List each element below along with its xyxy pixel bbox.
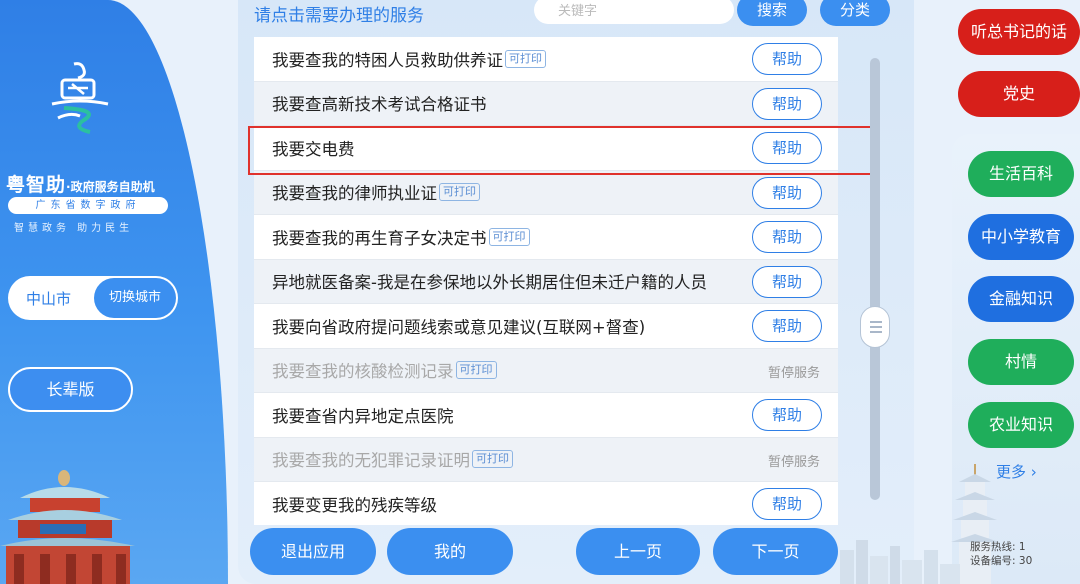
help-button[interactable]: 帮助 bbox=[752, 87, 822, 120]
sidebar-item-finance[interactable]: 金融知识 bbox=[968, 276, 1074, 322]
help-button[interactable]: 帮助 bbox=[752, 221, 822, 253]
hotline-label: 服务热线: bbox=[970, 541, 1016, 553]
brand-title: 粤智助·政府服务自助机 bbox=[6, 170, 206, 197]
sidebar-item-agriculture[interactable]: 农业知识 bbox=[968, 402, 1074, 448]
hotline-value: 1 bbox=[1018, 541, 1026, 553]
service-row-remote-medical-filing[interactable]: 异地就医备案-我是在参保地以外长期居住但未迁户籍的人员 帮助 bbox=[254, 259, 838, 304]
sidebar-item-village[interactable]: 村情 bbox=[968, 339, 1074, 385]
more-link[interactable]: 更多 › bbox=[996, 461, 1037, 482]
service-row-disability-level[interactable]: 我要变更我的残疾等级 帮助 bbox=[254, 482, 838, 525]
help-button[interactable]: 帮助 bbox=[752, 43, 822, 75]
service-row-government-feedback[interactable]: 我要向省政府提问题线索或意见建议(互联网+督查) 帮助 bbox=[254, 304, 838, 349]
help-button[interactable]: 帮助 bbox=[752, 176, 822, 209]
next-page-button[interactable]: 下一页 bbox=[713, 528, 838, 575]
brand-name: 粤智助 bbox=[6, 174, 67, 196]
exit-app-button[interactable]: 退出应用 bbox=[250, 528, 376, 575]
suspended-status: 暂停服务 bbox=[767, 454, 820, 470]
service-label: 我要查我的律师执业证 bbox=[272, 184, 437, 204]
elder-mode-button[interactable]: 长辈版 bbox=[8, 367, 133, 412]
help-button[interactable]: 帮助 bbox=[752, 132, 822, 164]
service-row-no-criminal-record: 我要查我的无犯罪记录证明 可打印 暂停服务 bbox=[254, 437, 838, 482]
printable-tag: 可打印 bbox=[455, 361, 497, 380]
service-label: 我要查省内异地定点医院 bbox=[272, 406, 454, 426]
search-input[interactable] bbox=[534, 0, 734, 24]
scrollbar-track[interactable] bbox=[870, 58, 880, 500]
sidebar-item-education[interactable]: 中小学教育 bbox=[968, 214, 1074, 260]
suspended-status: 暂停服务 bbox=[767, 365, 820, 381]
device-label: 设备编号: bbox=[970, 555, 1016, 567]
help-button[interactable]: 帮助 bbox=[752, 399, 822, 431]
service-label: 我要查我的无犯罪记录证明 bbox=[272, 451, 470, 471]
help-button[interactable]: 帮助 bbox=[752, 265, 822, 298]
service-label: 我要变更我的残疾等级 bbox=[272, 495, 437, 515]
city-switcher: 中山市 切换城市 bbox=[8, 276, 178, 320]
speech-button[interactable]: 听总书记的话 bbox=[958, 9, 1080, 55]
printable-tag: 可打印 bbox=[472, 450, 513, 469]
current-city: 中山市 bbox=[26, 290, 72, 308]
prev-page-button[interactable]: 上一页 bbox=[576, 528, 700, 575]
printable-tag: 可打印 bbox=[439, 183, 480, 202]
yue-logo-icon bbox=[51, 62, 109, 134]
service-row-tech-exam-certificate[interactable]: 我要查高新技术考试合格证书 帮助 bbox=[254, 81, 838, 126]
service-row-poverty-support-card[interactable]: 我要查我的特困人员救助供养证 可打印 帮助 bbox=[254, 37, 838, 82]
service-row-designated-hospital[interactable]: 我要查省内异地定点医院 帮助 bbox=[254, 393, 838, 438]
skyline-illustration bbox=[840, 540, 960, 584]
device-info: 服务热线: 1 设备编号: 30 bbox=[970, 540, 1032, 568]
brand-subtitle: ·政府服务自助机 bbox=[66, 180, 155, 194]
scrollbar-thumb[interactable] bbox=[860, 306, 890, 348]
service-row-pay-electricity[interactable]: 我要交电费 帮助 bbox=[254, 126, 838, 171]
service-label: 我要查我的特困人员救助供养证 bbox=[272, 50, 503, 70]
service-row-nucleic-acid-record: 我要查我的核酸检测记录 可打印 暂停服务 bbox=[254, 348, 838, 393]
service-label: 我要查我的再生育子女决定书 bbox=[272, 228, 487, 248]
service-label: 我要交电费 bbox=[272, 139, 355, 159]
service-row-lawyer-license[interactable]: 我要查我的律师执业证 可打印 帮助 bbox=[254, 170, 838, 215]
help-button[interactable]: 帮助 bbox=[752, 310, 822, 342]
service-list: 我要查我的特困人员救助供养证 可打印 帮助 我要查高新技术考试合格证书 帮助 我… bbox=[254, 37, 838, 525]
service-label: 我要查高新技术考试合格证书 bbox=[272, 95, 487, 115]
printable-tag: 可打印 bbox=[505, 49, 546, 68]
category-button[interactable]: 分类 bbox=[820, 0, 890, 26]
page-title: 请点击需要办理的服务 bbox=[254, 6, 424, 26]
service-label: 我要查我的核酸检测记录 bbox=[272, 362, 454, 382]
service-row-birth-decision[interactable]: 我要查我的再生育子女决定书 可打印 帮助 bbox=[254, 215, 838, 260]
help-button[interactable]: 帮助 bbox=[752, 488, 822, 520]
brand-org: 广东省数字政府 bbox=[8, 197, 168, 214]
printable-tag: 可打印 bbox=[488, 227, 530, 246]
sidebar-item-life-encyclopedia[interactable]: 生活百科 bbox=[968, 151, 1074, 197]
service-label: 我要向省政府提问题线索或意见建议(互联网+督查) bbox=[272, 317, 646, 337]
left-panel: 粤智助·政府服务自助机 广东省数字政府 智慧政务 助力民生 中山市 切换城市 长… bbox=[0, 0, 228, 584]
party-history-button[interactable]: 党史 bbox=[958, 71, 1080, 117]
service-label: 异地就医备案-我是在参保地以外长期居住但未迁户籍的人员 bbox=[272, 273, 707, 293]
switch-city-button[interactable]: 切换城市 bbox=[94, 278, 176, 318]
device-value: 30 bbox=[1018, 555, 1033, 567]
brand-slogan: 智慧政务 助力民生 bbox=[14, 223, 134, 234]
mine-button[interactable]: 我的 bbox=[387, 528, 513, 575]
search-button[interactable]: 搜索 bbox=[737, 0, 807, 26]
temple-illustration bbox=[0, 470, 135, 584]
